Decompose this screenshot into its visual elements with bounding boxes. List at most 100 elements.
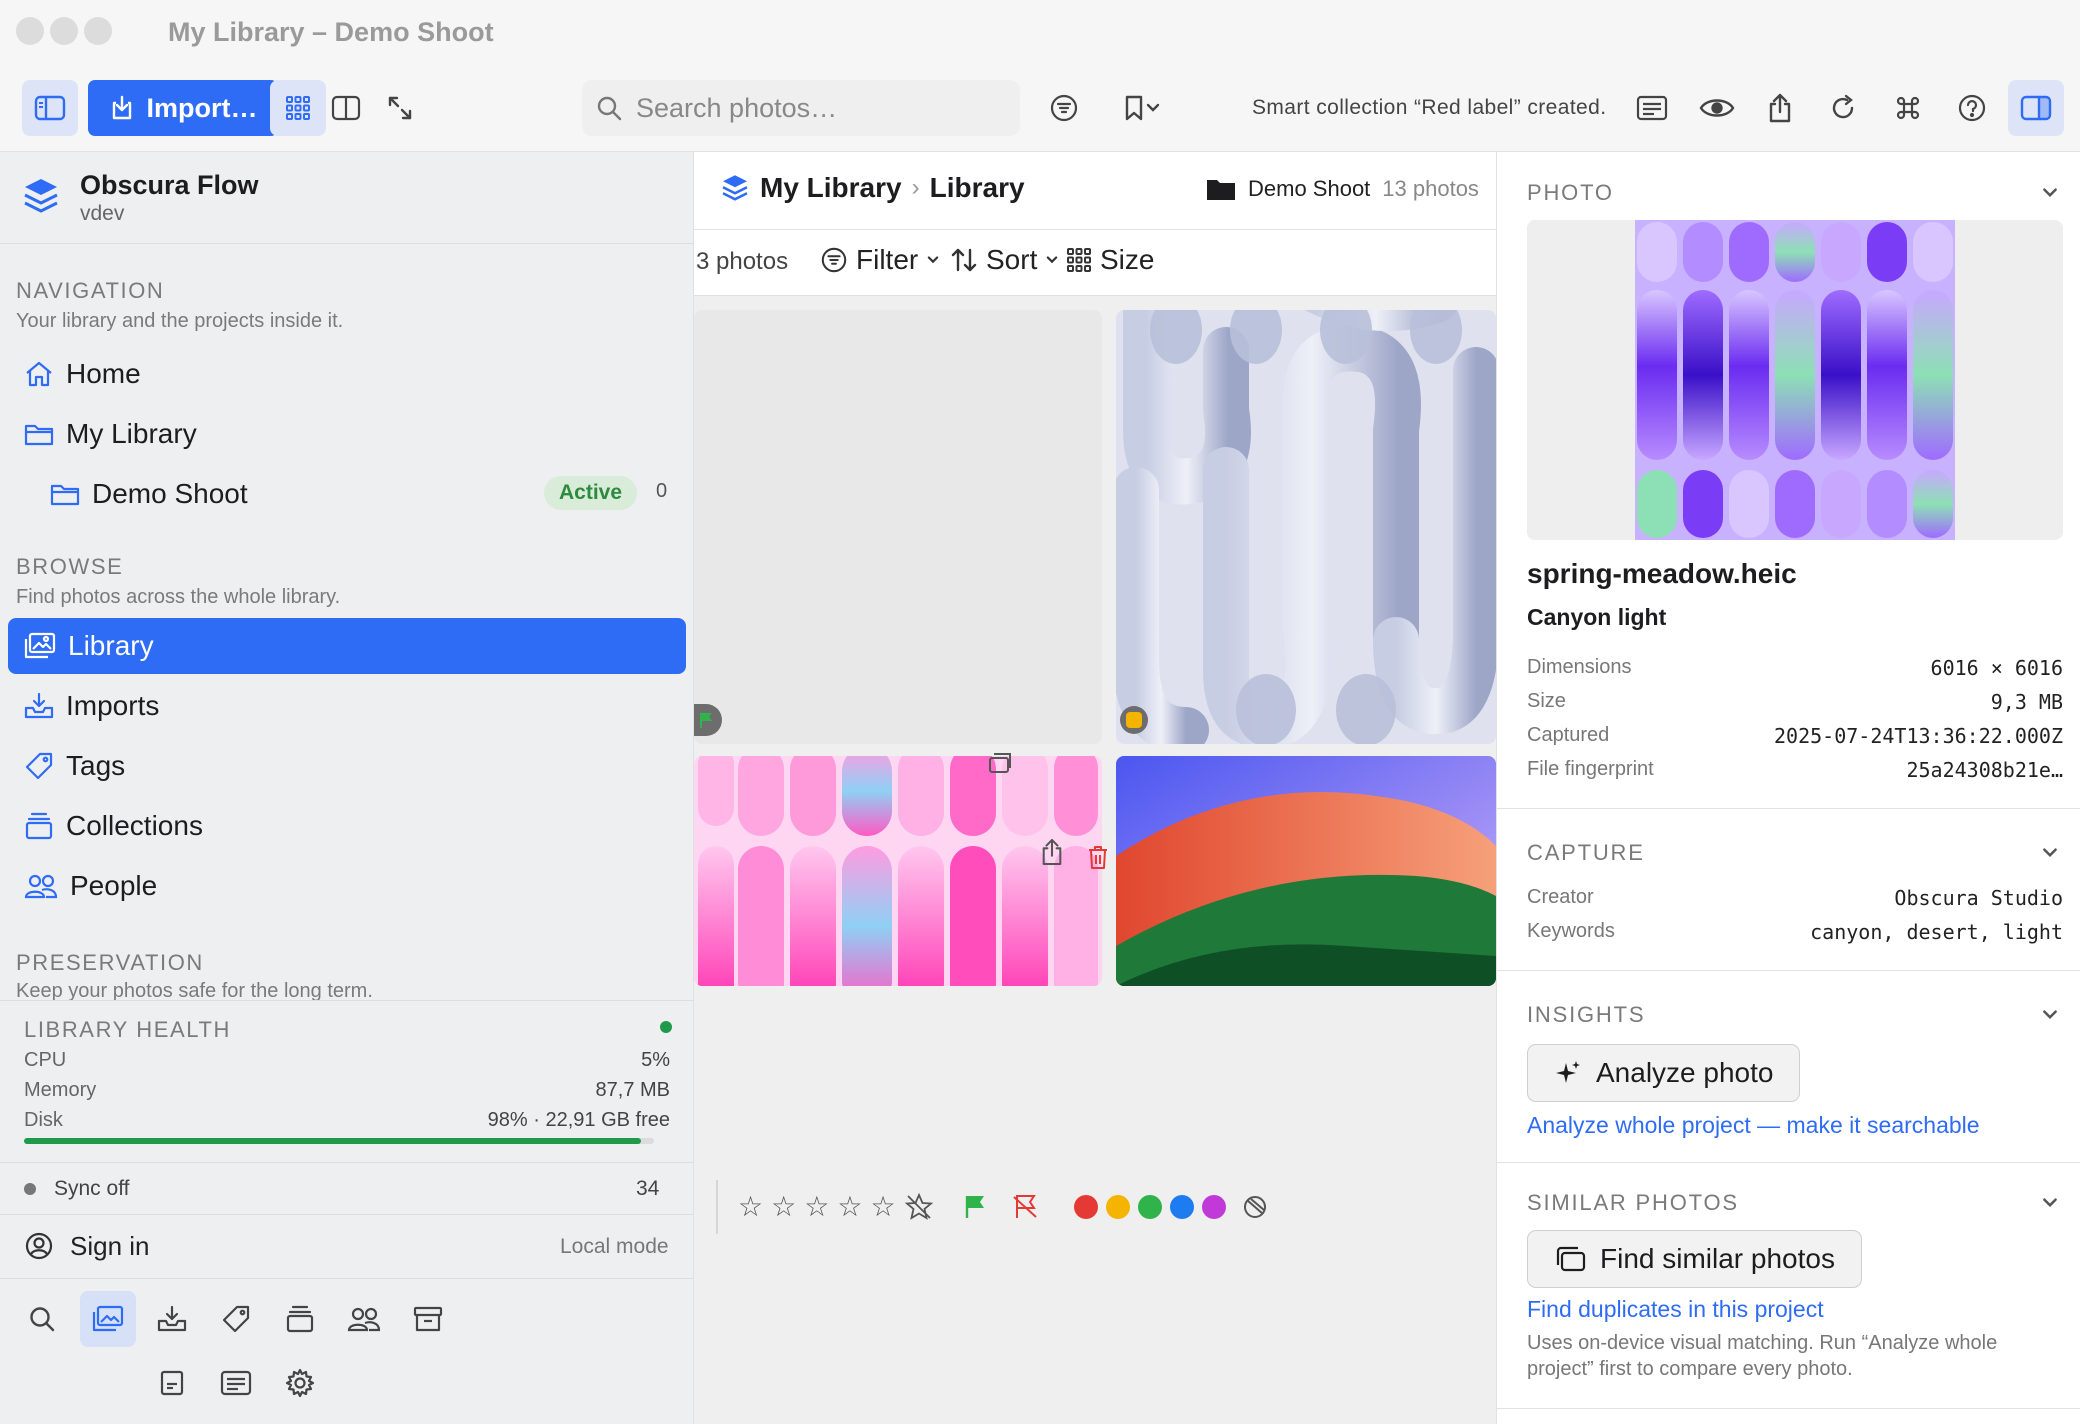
split-view-icon [331,95,361,121]
color-label-4-button[interactable] [1169,1195,1194,1219]
captions-tool-button[interactable] [208,1355,264,1411]
sidebar-item-tags[interactable]: Tags [8,738,686,794]
photo-preview[interactable] [1635,220,1955,540]
analyze-project-link[interactable]: Analyze whole project — make it searchab… [1527,1112,1980,1139]
toggle-inspector-button[interactable] [2008,80,2064,136]
field-value: 25a24308b21e… [1906,758,2063,782]
active-badge: Active [544,476,638,510]
import-button[interactable]: Import… [88,80,278,136]
color-label-2-button[interactable] [1105,1195,1130,1219]
chevron-down-icon[interactable] [2041,1196,2059,1210]
breadcrumb: My Library › Library [720,172,1025,204]
toolbar: Import… Smart collection “Red label” cre… [0,62,2080,152]
pick-flag-icon[interactable] [962,1193,988,1221]
sidebar-item-demo-shoot[interactable]: Demo Shoot Active 0 [8,466,686,522]
zoom-window-button[interactable] [84,17,112,45]
toggle-sidebar-button[interactable] [22,80,78,136]
search-field[interactable] [582,80,1020,136]
command-palette-button[interactable] [1880,80,1936,136]
sidebar-item-my-library[interactable]: My Library [8,406,686,462]
people-tool-button[interactable] [336,1291,392,1347]
clear-color-icon[interactable] [1242,1194,1268,1220]
close-window-button[interactable] [16,17,44,45]
browse-section-subtitle: Find photos across the whole library. [16,586,341,608]
star-3-button[interactable]: ☆ [804,1193,829,1221]
breadcrumb-root[interactable]: My Library [760,172,902,204]
search-tool-button[interactable] [14,1291,70,1347]
star-1-button[interactable]: ☆ [738,1193,763,1221]
share-button[interactable] [1752,80,1808,136]
sidebar-item-imports[interactable]: Imports [8,678,686,734]
project-chip[interactable]: Demo Shoot 13 photos [1206,176,1479,202]
chevron-down-icon[interactable] [2041,186,2059,200]
filter-button[interactable]: Filter [820,244,940,276]
capture-section-title: CAPTURE [1527,840,1645,865]
search-icon [30,1307,55,1332]
folder-filled-icon [1207,180,1235,200]
collections-tool-button[interactable] [272,1291,328,1347]
chevron-down-icon[interactable] [2041,1008,2059,1022]
filter-menu-button[interactable] [1036,80,1092,136]
photos-icon [92,1305,124,1332]
sidebar-item-people[interactable]: People [8,858,686,914]
sync-status-dot [24,1183,36,1195]
app-header: Obscura Flow vdev [0,152,694,244]
photo-tile-2[interactable] [1116,310,1496,744]
color-label-5-button[interactable] [1201,1195,1226,1219]
archive-icon [413,1306,443,1332]
help-icon [1958,94,1986,122]
tags-tool-button[interactable] [208,1291,264,1347]
preview-button[interactable] [1689,80,1745,136]
chevron-down-icon[interactable] [2041,846,2059,860]
split-view-button[interactable] [318,80,374,136]
find-similar-button[interactable]: Find similar photos [1527,1230,1862,1288]
photo-tile-4[interactable] [1116,756,1496,986]
disk-value: 98% · 22,91 GB free [487,1109,670,1131]
field-value: canyon, desert, light [1810,920,2063,944]
photo-tile-3[interactable] [694,756,1102,986]
color-label-1-button[interactable] [1073,1195,1098,1219]
project-photo-count: 13 photos [1382,176,1479,201]
clear-rating-icon[interactable] [904,1192,934,1222]
photo-thumbnail [1116,756,1496,986]
size-button[interactable]: Size [1066,244,1154,276]
notes-tool-button[interactable] [144,1355,200,1411]
sign-in-row[interactable]: Sign in Local mode [0,1214,694,1278]
star-4-button[interactable]: ☆ [837,1193,862,1221]
rotate-button[interactable] [1816,80,1872,136]
library-tool-button[interactable] [80,1291,136,1347]
color-label-3-button[interactable] [1137,1195,1162,1219]
cpu-row: CPU 5% [24,1049,670,1072]
minimize-window-button[interactable] [50,17,78,45]
sidebar-item-library[interactable]: Library [8,618,686,674]
search-input[interactable] [636,92,996,124]
sidebar-item-label: My Library [66,418,197,449]
share-icon[interactable] [1040,838,1064,866]
reject-flag-icon[interactable] [1012,1193,1038,1221]
people-icon [24,874,58,899]
captions-button[interactable] [1624,80,1680,136]
sync-status-row[interactable]: Sync off 34 [0,1162,694,1214]
help-button[interactable] [1944,80,2000,136]
project-name: Demo Shoot [1248,176,1371,201]
chevron-down-icon [1146,103,1160,112]
settings-tool-button[interactable] [272,1355,328,1411]
sidebar-item-home[interactable]: Home [8,346,686,402]
bookmark-menu-button[interactable] [1110,80,1174,136]
sidebar-item-collections[interactable]: Collections [8,798,686,854]
sort-button[interactable]: Sort [950,244,1059,276]
eye-icon [1699,99,1735,117]
preservation-section-title: PRESERVATION [16,950,204,975]
star-2-button[interactable]: ☆ [771,1193,796,1221]
caption-icon [220,1370,252,1396]
archive-tool-button[interactable] [400,1291,456,1347]
stack-icon[interactable] [986,748,1014,776]
fullscreen-button[interactable] [372,80,428,136]
imports-tool-button[interactable] [144,1291,200,1347]
star-5-button[interactable]: ☆ [870,1193,895,1221]
analyze-photo-button[interactable]: Analyze photo [1527,1044,1801,1102]
find-duplicates-link[interactable]: Find duplicates in this project [1527,1296,1824,1323]
photo-filename: spring-meadow.heic [1527,558,1797,589]
trash-icon[interactable] [1086,844,1110,870]
photo-tile-1[interactable] [694,310,1102,744]
